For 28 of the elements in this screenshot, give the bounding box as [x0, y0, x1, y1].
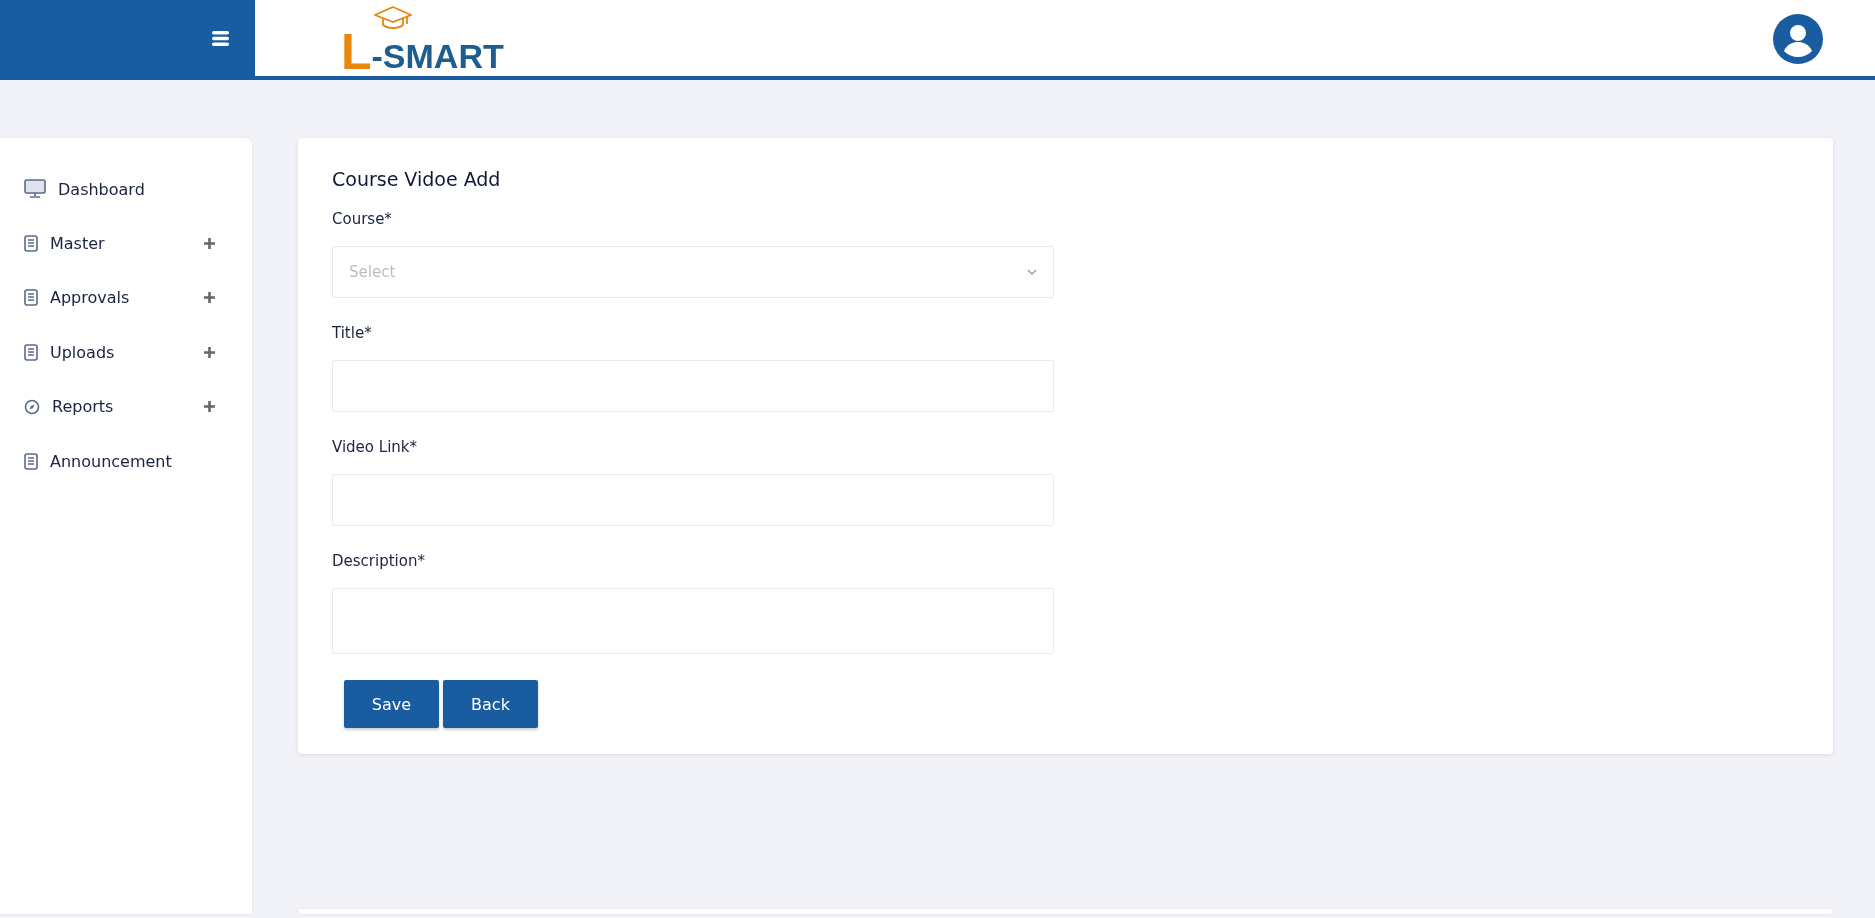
field-label: Title*: [332, 324, 373, 342]
chevron-down-icon[interactable]: [1027, 269, 1037, 275]
field-label: Course*: [332, 210, 393, 228]
sidebar-item[interactable]: Dashboard: [58, 179, 216, 199]
sidebar-item[interactable]: Master: [50, 234, 203, 254]
plus-icon[interactable]: [203, 237, 216, 251]
sidebar-item[interactable]: Reports: [52, 397, 203, 417]
document-icon: [24, 289, 38, 307]
plus-icon[interactable]: [203, 400, 216, 414]
user-avatar-icon[interactable]: [1773, 14, 1823, 64]
document-icon: [24, 452, 38, 470]
field-label: Description*: [332, 552, 426, 570]
plus-icon[interactable]: [203, 345, 216, 359]
sidebar-item[interactable]: Announcement: [50, 451, 216, 471]
form-title: Course Vidoe Add: [332, 168, 502, 190]
plus-icon[interactable]: [203, 291, 216, 305]
sidebar-item[interactable]: Uploads: [50, 342, 203, 362]
logo-letter: L: [341, 28, 372, 76]
save-button[interactable]: Save: [344, 680, 439, 728]
back-button[interactable]: Back: [443, 680, 538, 728]
menu-button[interactable]: [212, 30, 229, 46]
sidebar-item[interactable]: Approvals: [50, 288, 203, 308]
monitor-icon: [24, 179, 46, 200]
document-icon: [24, 235, 38, 253]
field-label: Video Link*: [332, 438, 418, 456]
logo-text: -SMART: [371, 38, 504, 74]
compass-icon: [24, 398, 40, 415]
document-icon: [24, 343, 38, 361]
